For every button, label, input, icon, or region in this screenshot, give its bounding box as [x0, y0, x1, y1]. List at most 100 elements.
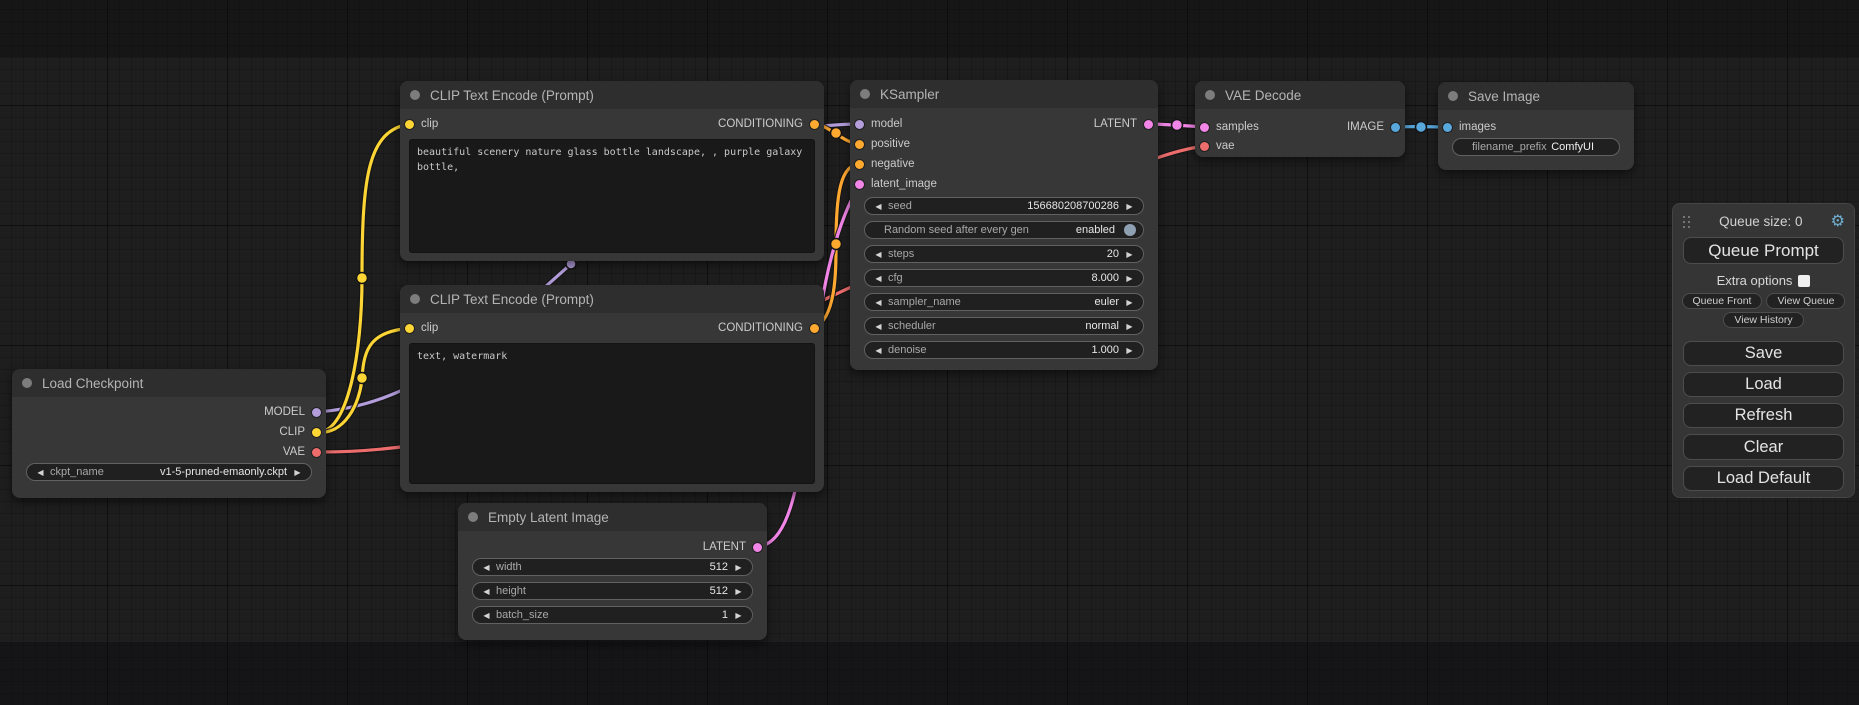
clip-port-dot[interactable] — [405, 324, 414, 333]
output-port-conditioning[interactable]: CONDITIONING — [718, 117, 819, 131]
conditioning-port-dot[interactable] — [810, 120, 819, 129]
gear-icon[interactable]: ⚙ — [1831, 214, 1845, 230]
view-history-button[interactable]: View History — [1723, 312, 1803, 328]
latent-port-dot[interactable] — [753, 543, 762, 552]
model-port-dot[interactable] — [855, 120, 864, 129]
vae-decode-node[interactable]: VAE Decode samples vae IMAGE — [1195, 81, 1405, 157]
prev-arrow-icon[interactable]: ◀ — [480, 587, 493, 596]
seed-widget[interactable]: ◀ seed 156680208700286 ▶ — [864, 197, 1144, 215]
refresh-button[interactable]: Refresh — [1683, 403, 1844, 428]
latent-port-dot[interactable] — [1144, 120, 1153, 129]
queue-prompt-button[interactable]: Queue Prompt — [1683, 237, 1844, 264]
clip-port-dot[interactable] — [405, 120, 414, 129]
filename-prefix-widget[interactable]: filename_prefix ComfyUI — [1452, 138, 1620, 156]
prev-arrow-icon[interactable]: ◀ — [872, 274, 885, 283]
positive-prompt-textarea[interactable]: beautiful scenery nature glass bottle la… — [409, 139, 815, 253]
next-arrow-icon[interactable]: ▶ — [732, 587, 745, 596]
input-port-clip[interactable]: clip — [405, 117, 438, 131]
conditioning-port-dot[interactable] — [855, 160, 864, 169]
collapse-dot-icon[interactable] — [860, 89, 870, 99]
clip-port-dot[interactable] — [312, 428, 321, 437]
input-port-samples[interactable]: samples — [1200, 120, 1259, 134]
latent-port-dot[interactable] — [1200, 123, 1209, 132]
image-link-midpoint-dot[interactable] — [1416, 122, 1427, 133]
load-default-button[interactable]: Load Default — [1683, 466, 1844, 491]
next-arrow-icon[interactable]: ▶ — [1123, 274, 1136, 283]
batch-size-widget[interactable]: ◀ batch_size 1 ▶ — [472, 606, 753, 624]
latent-port-dot[interactable] — [855, 180, 864, 189]
input-port-positive[interactable]: positive — [855, 137, 910, 151]
view-queue-button[interactable]: View Queue — [1766, 293, 1845, 309]
extra-options-checkbox[interactable] — [1798, 275, 1810, 287]
conditioning-port-dot[interactable] — [855, 140, 864, 149]
prev-arrow-icon[interactable]: ◀ — [872, 346, 885, 355]
clip-link1-midpoint-dot[interactable] — [357, 273, 368, 284]
prev-arrow-icon[interactable]: ◀ — [872, 322, 885, 331]
output-port-clip[interactable]: CLIP — [279, 425, 321, 439]
next-arrow-icon[interactable]: ▶ — [1123, 298, 1136, 307]
prev-arrow-icon[interactable]: ◀ — [872, 202, 885, 211]
load-checkpoint-title-bar[interactable]: Load Checkpoint — [12, 369, 326, 397]
prev-arrow-icon[interactable]: ◀ — [872, 298, 885, 307]
input-port-negative[interactable]: negative — [855, 157, 914, 171]
clear-button[interactable]: Clear — [1683, 434, 1844, 459]
negative-prompt-textarea[interactable]: text, watermark — [409, 343, 815, 484]
prev-arrow-icon[interactable]: ◀ — [480, 611, 493, 620]
next-arrow-icon[interactable]: ▶ — [1123, 322, 1136, 331]
queue-front-button[interactable]: Queue Front — [1682, 293, 1763, 309]
collapse-dot-icon[interactable] — [22, 378, 32, 388]
vae-decode-title-bar[interactable]: VAE Decode — [1195, 81, 1405, 109]
image-port-dot[interactable] — [1443, 123, 1452, 132]
output-port-latent[interactable]: LATENT — [1094, 117, 1153, 131]
collapse-dot-icon[interactable] — [468, 512, 478, 522]
clip-text-encode-positive-node[interactable]: CLIP Text Encode (Prompt) clip CONDITION… — [400, 81, 824, 261]
conditioning-port-dot[interactable] — [810, 324, 819, 333]
toggle-dot-icon[interactable] — [1124, 224, 1136, 236]
load-checkpoint-node[interactable]: Load Checkpoint MODEL CLIP VAE ◀ ckpt_na… — [12, 369, 326, 498]
prev-arrow-icon[interactable]: ◀ — [872, 250, 885, 259]
save-image-node[interactable]: Save Image images filename_prefix ComfyU… — [1438, 82, 1634, 170]
sampler-name-widget[interactable]: ◀ sampler_name euler ▶ — [864, 293, 1144, 311]
next-arrow-icon[interactable]: ▶ — [732, 563, 745, 572]
next-arrow-icon[interactable]: ▶ — [1123, 250, 1136, 259]
model-port-dot[interactable] — [312, 408, 321, 417]
ksampler-title-bar[interactable]: KSampler — [850, 80, 1158, 108]
next-arrow-icon[interactable]: ▶ — [291, 468, 304, 477]
load-button[interactable]: Load — [1683, 372, 1844, 397]
next-arrow-icon[interactable]: ▶ — [1123, 346, 1136, 355]
clip-link2-midpoint-dot[interactable] — [357, 373, 368, 384]
empty-latent-image-node[interactable]: Empty Latent Image LATENT ◀ width 512 ▶ … — [458, 503, 767, 640]
prev-arrow-icon[interactable]: ◀ — [480, 563, 493, 572]
save-image-title-bar[interactable]: Save Image — [1438, 82, 1634, 110]
output-port-model[interactable]: MODEL — [264, 405, 321, 419]
output-port-latent[interactable]: LATENT — [703, 540, 762, 554]
scheduler-widget[interactable]: ◀ scheduler normal ▶ — [864, 317, 1144, 335]
save-button[interactable]: Save — [1683, 341, 1844, 366]
ksampler-node[interactable]: KSampler model positive negative latent_… — [850, 80, 1158, 370]
next-arrow-icon[interactable]: ▶ — [732, 611, 745, 620]
random-seed-toggle-widget[interactable]: Random seed after every gen enabled — [864, 221, 1144, 239]
clip-negative-title-bar[interactable]: CLIP Text Encode (Prompt) — [400, 285, 824, 313]
output-port-image[interactable]: IMAGE — [1347, 120, 1400, 134]
image-port-dot[interactable] — [1391, 123, 1400, 132]
width-widget[interactable]: ◀ width 512 ▶ — [472, 558, 753, 576]
clip-positive-title-bar[interactable]: CLIP Text Encode (Prompt) — [400, 81, 824, 109]
input-port-clip[interactable]: clip — [405, 321, 438, 335]
collapse-dot-icon[interactable] — [410, 294, 420, 304]
prev-arrow-icon[interactable]: ◀ — [34, 468, 47, 477]
empty-latent-title-bar[interactable]: Empty Latent Image — [458, 503, 767, 531]
input-port-model[interactable]: model — [855, 117, 902, 131]
clip-text-encode-negative-node[interactable]: CLIP Text Encode (Prompt) clip CONDITION… — [400, 285, 824, 492]
cfg-widget[interactable]: ◀ cfg 8.000 ▶ — [864, 269, 1144, 287]
output-port-vae[interactable]: VAE — [283, 445, 321, 459]
latent-out-link-midpoint-dot[interactable] — [1172, 120, 1183, 131]
steps-widget[interactable]: ◀ steps 20 ▶ — [864, 245, 1144, 263]
conditioning-link1-midpoint-dot[interactable] — [831, 128, 842, 139]
collapse-dot-icon[interactable] — [1448, 91, 1458, 101]
input-port-vae[interactable]: vae — [1200, 139, 1235, 153]
ckpt-name-widget[interactable]: ◀ ckpt_name v1-5-pruned-emaonly.ckpt ▶ — [26, 463, 312, 481]
next-arrow-icon[interactable]: ▶ — [1123, 202, 1136, 211]
input-port-latent-image[interactable]: latent_image — [855, 177, 937, 191]
collapse-dot-icon[interactable] — [410, 90, 420, 100]
drag-handle-icon[interactable] — [1682, 215, 1691, 228]
